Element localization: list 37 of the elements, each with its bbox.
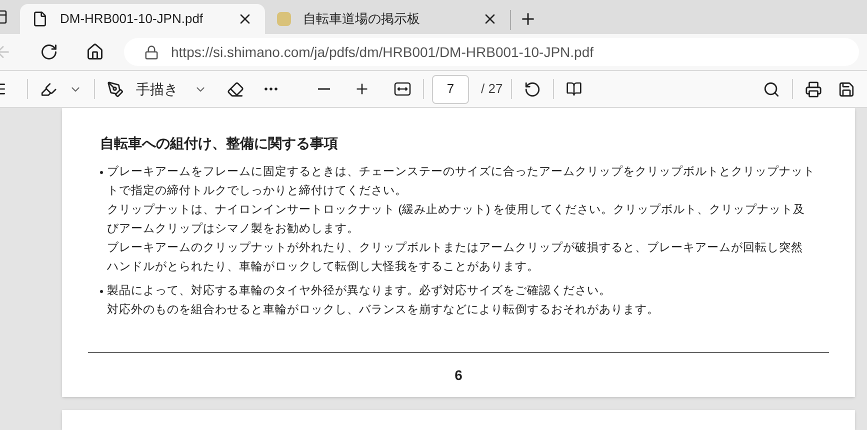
body-text-line: ブレーキアームのクリップナットが外れたり、クリップボルトまたはアームクリップが破損すると、ブレーキアームが回転し突然 — [107, 240, 804, 256]
document-icon — [32, 11, 48, 27]
page-number: 6 — [454, 366, 462, 384]
plus-icon — [354, 81, 370, 97]
body-text-line: びアームクリップはシマノ製をお勧めします。 — [107, 221, 360, 237]
browser-tab[interactable]: DM-HRB001-10-JPN.pdf — [20, 4, 265, 34]
section-heading: 自転車への組付け、整備に関する事項 — [100, 134, 339, 153]
site-favicon-icon — [277, 12, 291, 26]
address-field[interactable]: https://si.shimano.com/ja/pdfs/dm/HRB001/DM-HRB001-10-JPN.pdf — [124, 38, 859, 66]
tab-title: DM-HRB001-10-JPN.pdf — [60, 10, 204, 28]
rotate-icon — [524, 80, 541, 98]
body-text-line: ハンドルがとられたり、車輪がロックして転倒し大怪我をすることがあります。 — [107, 259, 540, 275]
highlighter-icon — [40, 80, 57, 98]
tab-title: 自転車道場の掲示板 — [303, 10, 421, 28]
body-text-line: 対応外のものを組合わせると車輪がロックし、バランスを崩すなどにより転倒するおそれがあります。 — [107, 302, 659, 318]
new-tab-icon[interactable] — [519, 10, 537, 28]
printer-icon — [805, 80, 822, 98]
browser-tab[interactable]: 自転車道場の掲示板 — [265, 4, 510, 34]
more-icon — [264, 87, 278, 91]
lock-icon — [144, 44, 159, 60]
fit-width-icon — [394, 82, 411, 96]
body-text-line: 製品によって、対応する車輪のタイヤ外径が異なります。必ず対応サイズをご確認ください。 — [107, 283, 612, 299]
book-icon — [566, 81, 582, 97]
minus-icon — [318, 88, 330, 90]
draw-button[interactable]: 手描き — [103, 75, 211, 103]
home-icon[interactable] — [86, 43, 104, 61]
search-icon — [763, 80, 780, 98]
pen-icon — [107, 80, 124, 98]
body-text-line: ブレーキアームをフレームに固定するときは、チェーンステーのサイズに合ったアームクリップをクリップボルトとクリップナット — [107, 164, 815, 180]
save-icon — [838, 80, 855, 98]
body-text-line: クリップナットは、ナイロンインサートロックナット (緩み止めナット) を使用してください。クリップボルト、クリップナット及 — [107, 202, 806, 218]
url-text: https://si.shimano.com/ja/pdfs/dm/HRB001/DM-HRB001-10-JPN.pdf — [171, 42, 594, 62]
refresh-icon[interactable] — [40, 43, 58, 61]
page-number-field[interactable]: 7 — [432, 74, 469, 104]
eraser-icon — [227, 80, 244, 98]
page-count: / 27 — [481, 80, 503, 98]
body-text-line: トで指定の締付トルクでしっかりと締付けてください。 — [107, 183, 408, 199]
